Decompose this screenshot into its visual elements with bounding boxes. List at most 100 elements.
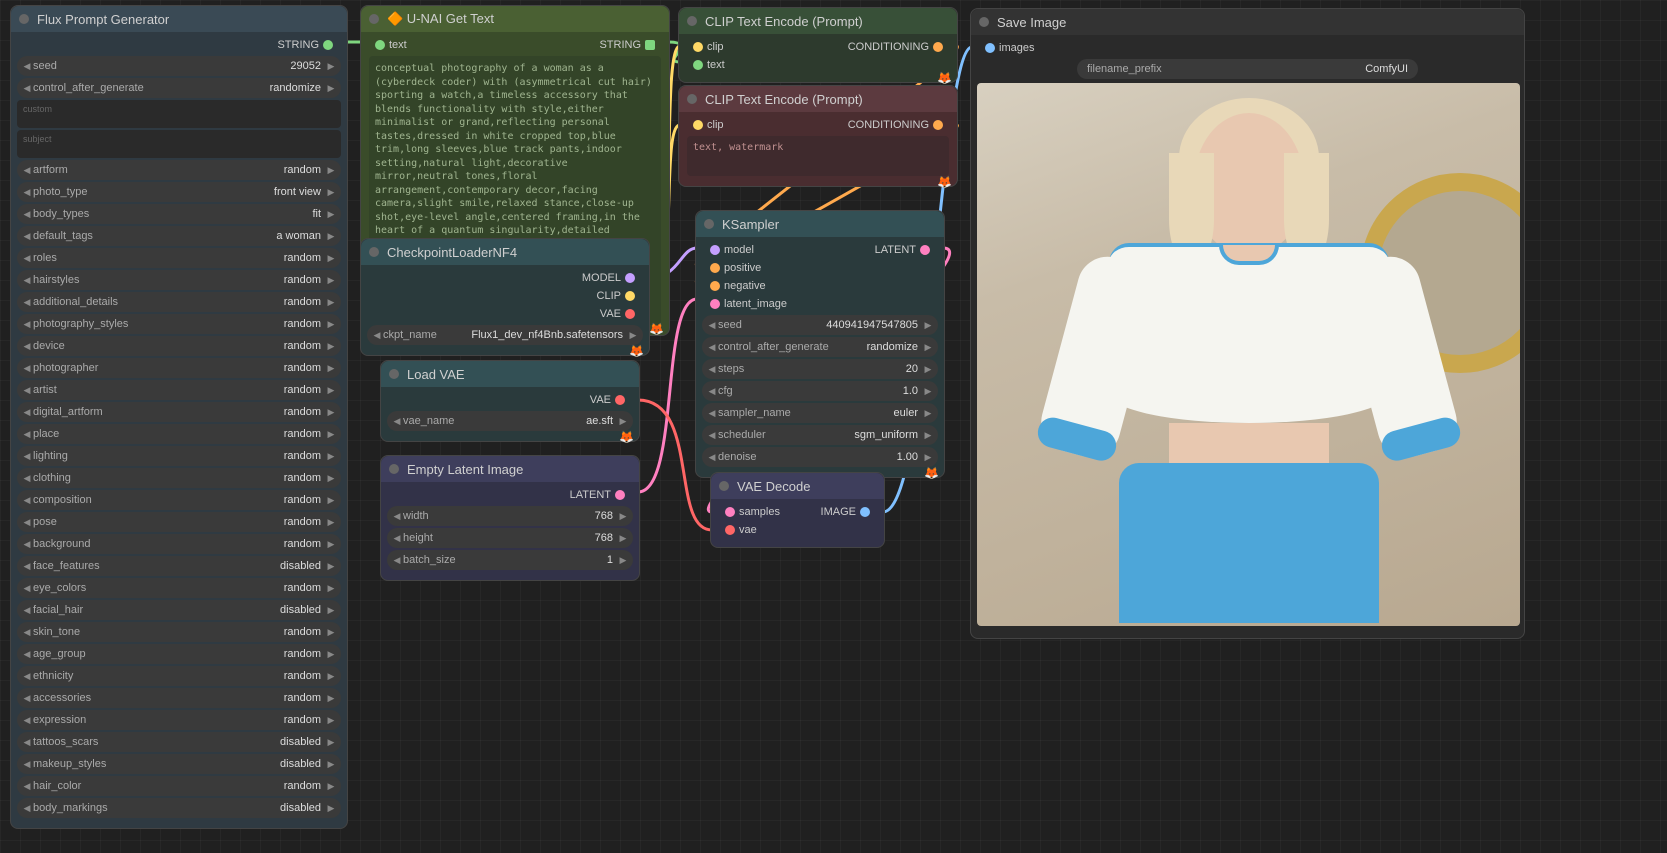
input-slot-negative[interactable]: negative	[702, 277, 938, 295]
widget-cfg[interactable]: ◀cfg1.0▶	[702, 381, 938, 401]
output-slot-vae[interactable]: VAE	[387, 391, 633, 409]
widget-face-features[interactable]: ◀face_featuresdisabled▶	[17, 556, 341, 576]
arrow-left-icon[interactable]: ◀	[21, 209, 33, 220]
widget-artform[interactable]: ◀artformrandom▶	[17, 160, 341, 180]
input-slot-model[interactable]: model	[702, 241, 754, 259]
arrow-right-icon[interactable]: ▶	[325, 759, 337, 770]
widget-photo-type[interactable]: ◀photo_typefront view▶	[17, 182, 341, 202]
arrow-right-icon[interactable]: ▶	[325, 517, 337, 528]
arrow-left-icon[interactable]: ◀	[21, 451, 33, 462]
arrow-left-icon[interactable]: ◀	[21, 61, 33, 72]
arrow-right-icon[interactable]: ▶	[325, 231, 337, 242]
arrow-right-icon[interactable]: ▶	[325, 363, 337, 374]
widget-ckpt-name[interactable]: ◀ ckpt_name Flux1_dev_nf4Bnb.safetensors…	[367, 325, 643, 345]
arrow-left-icon[interactable]: ◀	[21, 605, 33, 616]
widget-seed[interactable]: ◀ seed 29052 ▶	[17, 56, 341, 76]
input-slot-clip[interactable]: clip	[685, 38, 724, 56]
input-slot-positive[interactable]: positive	[702, 259, 938, 277]
output-slot-latent[interactable]: LATENT	[387, 486, 633, 504]
arrow-left-icon[interactable]: ◀	[21, 407, 33, 418]
arrow-right-icon[interactable]: ▶	[325, 605, 337, 616]
arrow-left-icon[interactable]: ◀	[21, 187, 33, 198]
arrow-left-icon[interactable]: ◀	[21, 83, 33, 94]
node-flux-prompt-generator[interactable]: Flux Prompt Generator STRING ◀ seed 2905…	[10, 5, 348, 829]
widget-additional-details[interactable]: ◀additional_detailsrandom▶	[17, 292, 341, 312]
widget-ethnicity[interactable]: ◀ethnicityrandom▶	[17, 666, 341, 686]
arrow-left-icon[interactable]: ◀	[371, 330, 383, 341]
arrow-right-icon[interactable]: ▶	[325, 275, 337, 286]
arrow-left-icon[interactable]: ◀	[21, 671, 33, 682]
textbox-custom[interactable]: custom	[17, 100, 341, 128]
arrow-right-icon[interactable]: ▶	[325, 209, 337, 220]
node-empty-latent-image[interactable]: Empty Latent Image LATENT ◀width768▶ ◀he…	[380, 455, 640, 581]
output-slot-conditioning[interactable]: CONDITIONING	[848, 116, 951, 134]
arrow-left-icon[interactable]: ◀	[21, 341, 33, 352]
node-ksampler[interactable]: KSampler model LATENT positive negative …	[695, 210, 945, 478]
arrow-left-icon[interactable]: ◀	[21, 759, 33, 770]
widget-digital-artform[interactable]: ◀digital_artformrandom▶	[17, 402, 341, 422]
arrow-right-icon[interactable]: ▶	[617, 416, 629, 427]
widget-tattoos-scars[interactable]: ◀tattoos_scarsdisabled▶	[17, 732, 341, 752]
widget-default-tags[interactable]: ◀default_tagsa woman▶	[17, 226, 341, 246]
widget-lighting[interactable]: ◀lightingrandom▶	[17, 446, 341, 466]
widget-height[interactable]: ◀height768▶	[387, 528, 633, 548]
arrow-left-icon[interactable]: ◀	[21, 517, 33, 528]
arrow-left-icon[interactable]: ◀	[21, 165, 33, 176]
collapse-dot[interactable]	[979, 17, 989, 27]
output-slot-string[interactable]: STRING	[17, 36, 341, 54]
widget-batch-size[interactable]: ◀batch_size1▶	[387, 550, 633, 570]
arrow-right-icon[interactable]: ▶	[325, 187, 337, 198]
widget-place[interactable]: ◀placerandom▶	[17, 424, 341, 444]
collapse-dot[interactable]	[389, 369, 399, 379]
output-slot-conditioning[interactable]: CONDITIONING	[848, 38, 951, 56]
arrow-right-icon[interactable]: ▶	[325, 83, 337, 94]
widget-control-after-generate[interactable]: ◀control_after_generaterandomize▶	[702, 337, 938, 357]
arrow-left-icon[interactable]: ◀	[21, 473, 33, 484]
node-header[interactable]: VAE Decode	[711, 473, 884, 499]
output-slot-vae[interactable]: VAE	[367, 305, 643, 323]
widget-body-markings[interactable]: ◀body_markingsdisabled▶	[17, 798, 341, 818]
collapse-dot[interactable]	[369, 247, 379, 257]
output-slot-latent[interactable]: LATENT	[875, 241, 938, 259]
widget-clothing[interactable]: ◀clothingrandom▶	[17, 468, 341, 488]
textbox-subject[interactable]: subject	[17, 130, 341, 158]
node-header[interactable]: Load VAE	[381, 361, 639, 387]
input-slot-samples[interactable]: samples	[717, 503, 780, 521]
node-header[interactable]: 🔶 U-NAI Get Text	[361, 6, 669, 32]
arrow-left-icon[interactable]: ◀	[21, 385, 33, 396]
arrow-right-icon[interactable]: ▶	[325, 539, 337, 550]
widget-width[interactable]: ◀width768▶	[387, 506, 633, 526]
output-slot-image[interactable]: IMAGE	[821, 503, 878, 521]
arrow-right-icon[interactable]: ▶	[325, 561, 337, 572]
arrow-left-icon[interactable]: ◀	[21, 737, 33, 748]
output-slot-model[interactable]: MODEL	[367, 269, 643, 287]
arrow-left-icon[interactable]: ◀	[21, 561, 33, 572]
widget-seed[interactable]: ◀seed440941947547805▶	[702, 315, 938, 335]
widget-artist[interactable]: ◀artistrandom▶	[17, 380, 341, 400]
output-slot-clip[interactable]: CLIP	[367, 287, 643, 305]
arrow-right-icon[interactable]: ▶	[325, 319, 337, 330]
node-checkpoint-loader-nf4[interactable]: CheckpointLoaderNF4 MODEL CLIP VAE ◀ ckp…	[360, 238, 650, 356]
node-header[interactable]: CLIP Text Encode (Prompt)	[679, 86, 957, 112]
widget-facial-hair[interactable]: ◀facial_hairdisabled▶	[17, 600, 341, 620]
node-clip-text-encode-negative[interactable]: CLIP Text Encode (Prompt) clip CONDITION…	[678, 85, 958, 187]
widget-filename-prefix[interactable]: filename_prefix ComfyUI	[1077, 59, 1418, 79]
arrow-right-icon[interactable]: ▶	[325, 715, 337, 726]
widget-photographer[interactable]: ◀photographerrandom▶	[17, 358, 341, 378]
arrow-left-icon[interactable]: ◀	[21, 693, 33, 704]
arrow-right-icon[interactable]: ▶	[325, 253, 337, 264]
arrow-right-icon[interactable]: ▶	[325, 671, 337, 682]
arrow-left-icon[interactable]: ◀	[21, 429, 33, 440]
widget-hairstyles[interactable]: ◀hairstylesrandom▶	[17, 270, 341, 290]
arrow-left-icon[interactable]: ◀	[391, 416, 403, 427]
arrow-left-icon[interactable]: ◀	[21, 627, 33, 638]
arrow-right-icon[interactable]: ▶	[325, 627, 337, 638]
widget-denoise[interactable]: ◀denoise1.00▶	[702, 447, 938, 467]
widget-age-group[interactable]: ◀age_grouprandom▶	[17, 644, 341, 664]
arrow-right-icon[interactable]: ▶	[325, 649, 337, 660]
output-image-preview[interactable]	[977, 83, 1520, 626]
node-header[interactable]: CheckpointLoaderNF4	[361, 239, 649, 265]
widget-control-after-generate[interactable]: ◀ control_after_generate randomize ▶	[17, 78, 341, 98]
node-save-image[interactable]: Save Image images filename_prefix ComfyU…	[970, 8, 1525, 639]
arrow-left-icon[interactable]: ◀	[21, 803, 33, 814]
